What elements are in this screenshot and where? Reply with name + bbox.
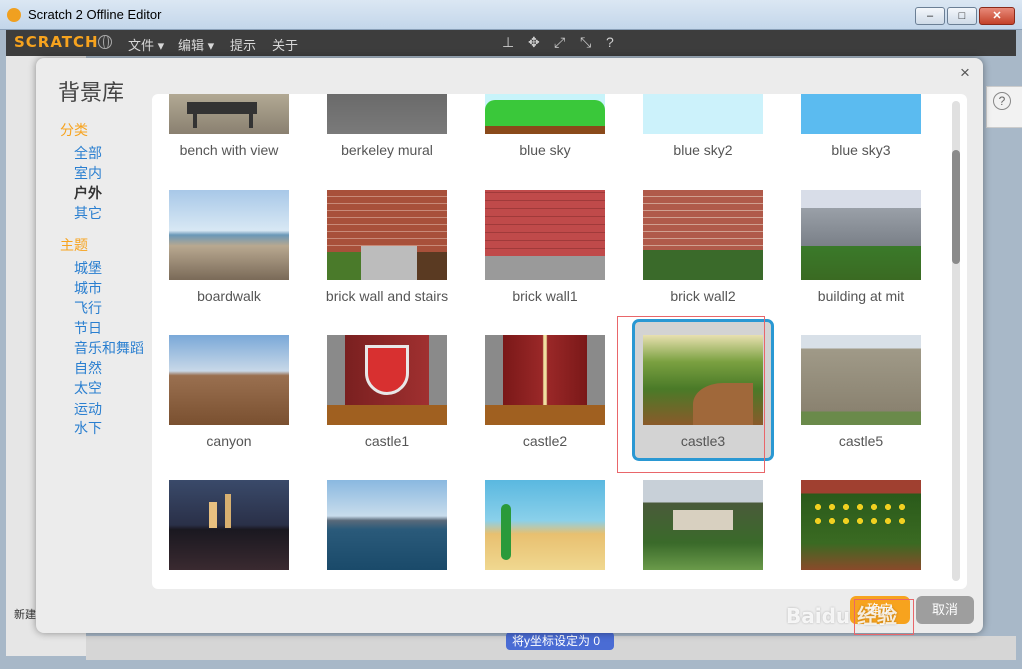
window-title: Scratch 2 Offline Editor [28,7,162,22]
backdrop-row4-1[interactable] [152,480,312,589]
thumb-castle1 [327,335,447,425]
category-other[interactable]: 其它 [74,203,102,223]
backdrop-brick-wall-and-stairs[interactable]: brick wall and stairs [310,190,470,330]
theme-nature[interactable]: 自然 [74,358,102,378]
theme-space[interactable]: 太空 [74,378,102,398]
thumb-city-water [327,480,447,570]
backdrop-label: blue sky [519,142,571,158]
backdrop-label: boardwalk [197,288,261,304]
thumb-blue-sky [485,94,605,134]
close-window-button[interactable]: ✕ [979,7,1015,25]
close-icon[interactable]: × [960,63,970,83]
thumb-bench-with-view [169,94,289,134]
backdrop-canyon[interactable]: canyon [152,335,312,475]
backdrop-boardwalk[interactable]: boardwalk [152,190,312,330]
thumb-brick-wall2 [643,190,763,280]
menubar: SCRATCH 文件 ▾ 编辑 ▾ 提示 关于 ⊥ ✥ ⤢ ⤡ ? [6,30,1016,56]
thumb-blue-sky3 [801,94,921,134]
backdrop-building-at-mit[interactable]: building at mit [784,190,944,330]
backdrop-castle5[interactable]: castle5 [784,335,944,475]
category-heading: 分类 [60,122,88,138]
thumb-desert [485,480,605,570]
thumb-castle5 [801,335,921,425]
backdrop-label: building at mit [817,288,905,304]
thumb-building-at-mit [801,190,921,280]
theme-castle[interactable]: 城堡 [74,258,102,278]
minimize-button[interactable]: ‒ [915,7,945,25]
theme-sports[interactable]: 运动 [74,399,102,419]
backdrop-label: brick wall and stairs [325,288,449,304]
theme-heading: 主题 [60,237,88,253]
cut-icon[interactable]: ✥ [528,34,540,51]
backdrop-castle2[interactable]: castle2 [468,335,628,475]
shrink-icon[interactable]: ⤡ [580,34,591,51]
backdrop-row4-4[interactable] [626,480,786,589]
backdrop-blue-sky2[interactable]: blue sky2 [626,94,786,184]
backdrop-castle1[interactable]: castle1 [310,335,470,475]
maximize-button[interactable]: □ [947,7,977,25]
menu-about[interactable]: 关于 [272,35,298,54]
thumb-castle2 [485,335,605,425]
backdrop-row4-2[interactable] [310,480,470,589]
backdrop-label: blue sky3 [831,142,891,158]
backdrop-brick-wall1[interactable]: brick wall1 [468,190,628,330]
backdrop-label: castle1 [364,433,410,449]
backdrop-label: canyon [206,433,252,449]
backdrop-blue-sky[interactable]: blue sky [468,94,628,184]
theme-flying[interactable]: 飞行 [74,298,102,318]
new-sprite-label: 新建 [14,609,36,621]
backdrop-blue-sky3[interactable]: blue sky3 [784,94,944,184]
cancel-button[interactable]: 取消 [916,596,974,624]
globe-icon[interactable] [98,35,112,49]
dialog-title: 背景库 [58,80,125,105]
backdrop-label: castle2 [522,433,568,449]
backdrop-grid: bench with view berkeley mural blue sky … [152,94,967,589]
category-outdoors[interactable]: 户外 [74,183,102,203]
cat-icon [7,8,21,22]
set-y-block-value: 0 [593,634,601,648]
menu-edit[interactable]: 编辑 ▾ [178,35,214,54]
annotation-box-selection [617,316,765,473]
backdrop-row4-5[interactable] [784,480,944,589]
backdrop-bench-with-view[interactable]: bench with view [152,94,312,184]
set-y-block-text: 将y坐标设定为 [512,634,591,648]
category-indoors[interactable]: 室内 [74,163,102,183]
menu-tips[interactable]: 提示 [230,35,256,54]
thumb-canyon [169,335,289,425]
thumb-boardwalk [169,190,289,280]
thumb-berkeley-mural [327,94,447,134]
thumb-garden [643,480,763,570]
backdrop-label: brick wall1 [512,288,578,304]
backdrop-label: berkeley mural [341,142,433,158]
category-all[interactable]: 全部 [74,143,102,163]
help-icon[interactable]: ? [606,34,614,50]
backdrop-library-dialog: 背景库 × 分类 全部 室内 户外 其它 主题 城堡 城市 飞行 节日 音乐和舞… [36,58,983,633]
scrollbar-thumb[interactable] [952,150,960,264]
backdrop-label: blue sky2 [673,142,733,158]
grow-icon[interactable]: ⤢ [554,34,565,51]
backdrop-berkeley-mural[interactable]: berkeley mural [310,94,470,184]
thumb-brick-wall-and-stairs [327,190,447,280]
backdrop-label: bench with view [179,142,279,158]
menu-file[interactable]: 文件 ▾ [128,35,164,54]
theme-music-dance[interactable]: 音乐和舞蹈 [74,338,144,358]
theme-underwater[interactable]: 水下 [74,418,102,438]
backdrop-row4-3[interactable] [468,480,628,589]
thumb-blue-sky2 [643,94,763,134]
thumb-flowers [801,480,921,570]
theme-holiday[interactable]: 节日 [74,318,102,338]
backdrop-brick-wall2[interactable]: brick wall2 [626,190,786,330]
thumb-night-city [169,480,289,570]
thumb-brick-wall1 [485,190,605,280]
help-circle-icon[interactable]: ? [993,92,1011,110]
set-y-block[interactable]: 将y坐标设定为 0 [506,632,614,650]
window-titlebar: Scratch 2 Offline Editor ‒ □ ✕ [0,0,1022,30]
backdrop-label: brick wall2 [670,288,736,304]
theme-city[interactable]: 城市 [74,278,102,298]
stamp-icon[interactable]: ⊥ [502,34,514,51]
watermark: Baidu 经验 [786,604,898,628]
scratch-logo[interactable]: SCRATCH [14,33,99,51]
backdrop-label: castle5 [838,433,884,449]
